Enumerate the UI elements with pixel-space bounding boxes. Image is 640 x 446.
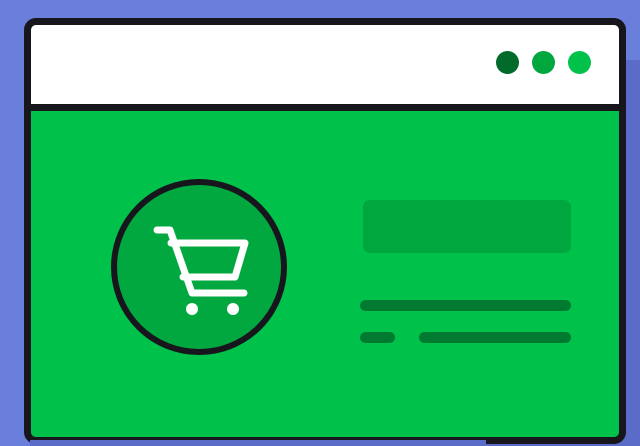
window-bottom-edge [30,440,486,446]
browser-window [24,18,626,444]
cart-badge [111,179,287,355]
window-titlebar [31,25,619,111]
window-content [31,111,619,437]
window-dot-dark[interactable] [496,51,519,74]
window-dot-light[interactable] [568,51,591,74]
headline-placeholder [363,200,571,253]
text-line-placeholder-long [419,332,571,343]
window-dot-medium[interactable] [532,51,555,74]
shopping-cart-icon [153,226,249,315]
text-line-placeholder [360,300,571,311]
text-line-placeholder-short [360,332,395,343]
